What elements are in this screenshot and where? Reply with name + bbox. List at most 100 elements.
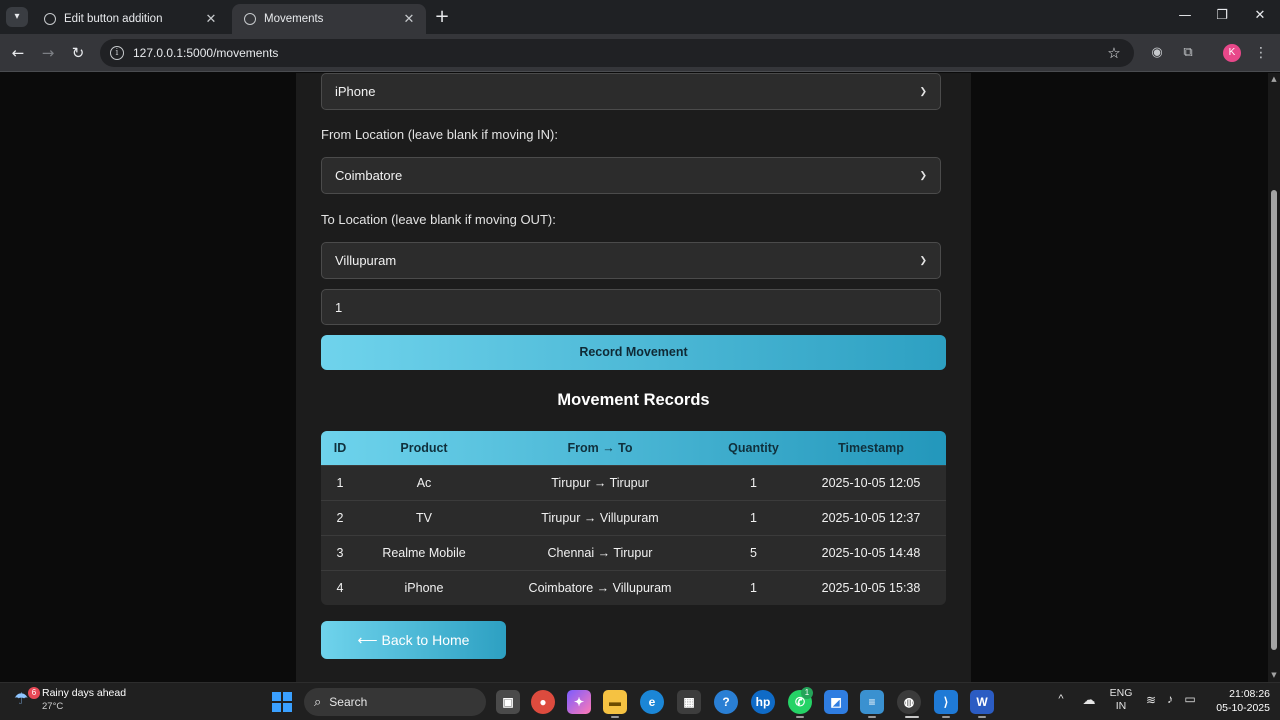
close-window-button[interactable]: ✕	[1245, 6, 1275, 26]
umbrella-icon: ☂ 6	[14, 687, 40, 711]
cell-timestamp: 2025-10-05 12:05	[821, 476, 921, 490]
weather-badge: 6	[28, 687, 40, 699]
page-scrollbar[interactable]: ▲ ▼	[1268, 73, 1280, 682]
from-location-label: From Location (leave blank if moving IN)…	[321, 127, 558, 142]
column-header-timestamp: Timestamp	[838, 441, 904, 455]
restore-button[interactable]: ❐	[1207, 6, 1237, 26]
weather-widget[interactable]: ☂ 6 Rainy days ahead 27°C	[14, 687, 126, 713]
file-explorer-icon[interactable]: ▬	[603, 690, 627, 714]
extension-icon[interactable]: ◉	[1147, 43, 1167, 63]
reload-icon[interactable]: ↻	[68, 43, 88, 63]
cell-quantity: 1	[750, 511, 757, 525]
cell-id: 4	[336, 581, 344, 595]
whatsapp-badge: 1	[801, 687, 813, 699]
tab-search-button[interactable]: ▾	[6, 7, 28, 27]
page-viewport: iPhone ❯ From Location (leave blank if m…	[0, 73, 1268, 682]
table-row: 2 TV Tirupur → Villupuram 1 2025-10-05 1…	[321, 500, 946, 535]
bookmark-star-icon[interactable]: ☆	[1102, 44, 1126, 62]
chevron-down-icon: ❯	[919, 255, 927, 265]
battery-icon[interactable]: ▭	[1181, 692, 1199, 706]
quantity-input[interactable]: 1	[321, 289, 941, 325]
speaker-icon[interactable]: ♪	[1162, 692, 1178, 706]
tab-title: Edit button addition	[64, 13, 163, 25]
to-location-select[interactable]: Villupuram ❯	[321, 242, 941, 279]
language-indicator[interactable]: ENG IN	[1108, 687, 1134, 713]
store-icon[interactable]: ▦	[677, 690, 701, 714]
temperature: 27°C	[42, 701, 64, 712]
globe-icon	[44, 13, 56, 25]
from-location-select[interactable]: Coimbatore ❯	[321, 157, 941, 194]
to-location-label: To Location (leave blank if moving OUT):	[321, 212, 556, 227]
browser-toolbar: ← → ↻ i 127.0.0.1:5000/movements ☆ ◉ ⧉ K…	[0, 34, 1280, 72]
tab-edit-button-addition[interactable]: Edit button addition ✕	[32, 4, 228, 34]
cell-id: 3	[336, 546, 344, 560]
column-header-id: ID	[333, 441, 347, 455]
language-code: ENG	[1109, 687, 1133, 699]
photos-icon[interactable]: ◩	[824, 690, 848, 714]
new-tab-button[interactable]: +	[432, 6, 452, 28]
movement-records-table: ID Product From → To Quantity Timestamp …	[321, 431, 946, 605]
onedrive-icon[interactable]: ☁	[1080, 692, 1098, 708]
scroll-up-icon[interactable]: ▲	[1270, 75, 1278, 83]
tab-title: Movements	[264, 13, 324, 25]
scroll-down-icon[interactable]: ▼	[1270, 671, 1278, 679]
cell-id: 2	[336, 511, 344, 525]
clock-date: 05-10-2025	[1216, 702, 1270, 714]
url-text[interactable]: 127.0.0.1:5000/movements	[133, 46, 1102, 60]
weather-description: Rainy days ahead	[42, 687, 127, 699]
back-to-home-button[interactable]: ⟵ Back to Home	[321, 621, 506, 659]
edge-icon[interactable]: e	[640, 690, 664, 714]
taskbar-search[interactable]: ⌕ Search	[304, 688, 486, 716]
tab-movements[interactable]: Movements ✕	[232, 4, 426, 34]
product-select[interactable]: iPhone ❯	[321, 73, 941, 110]
chevron-down-icon: ❯	[919, 86, 927, 96]
column-header-product: Product	[400, 441, 448, 455]
copilot-icon[interactable]: ✦	[567, 690, 591, 714]
cell-quantity: 1	[750, 476, 757, 490]
search-icon: ⌕	[314, 694, 322, 709]
cell-product: Ac	[416, 476, 432, 490]
cell-timestamp: 2025-10-05 12:37	[821, 511, 921, 525]
table-row: 1 Ac Tirupur → Tirupur 1 2025-10-05 12:0…	[321, 465, 946, 500]
profile-avatar[interactable]: K	[1223, 44, 1241, 62]
help-icon[interactable]: ?	[714, 690, 738, 714]
record-movement-button[interactable]: Record Movement	[321, 335, 946, 370]
vscode-icon[interactable]: ⟩	[934, 690, 958, 714]
more-menu-icon[interactable]: ⋮	[1251, 43, 1271, 63]
cell-timestamp: 2025-10-05 14:48	[821, 546, 921, 560]
column-header-quantity: Quantity	[728, 441, 779, 455]
chrome-icon[interactable]: ●	[531, 690, 555, 714]
movement-records-title: Movement Records	[557, 391, 710, 409]
system-clock[interactable]: 21:08:26 05-10-2025	[1206, 687, 1270, 715]
task-view-icon[interactable]: ▣	[496, 690, 520, 714]
search-placeholder: Search	[329, 695, 368, 709]
table-row: 4 iPhone Coimbatore → Villupuram 1 2025-…	[321, 570, 946, 605]
notepad-icon[interactable]: ≡	[860, 690, 884, 714]
cell-product: TV	[416, 511, 432, 525]
scrollbar-thumb[interactable]	[1271, 190, 1277, 650]
chevron-up-icon[interactable]: ^	[1054, 693, 1068, 705]
word-icon[interactable]: W	[970, 690, 994, 714]
wifi-icon[interactable]: ≋	[1143, 693, 1159, 707]
chrome-profile-icon[interactable]: ◍	[897, 690, 921, 714]
region-code: IN	[1115, 700, 1127, 712]
address-bar[interactable]: i 127.0.0.1:5000/movements ☆	[100, 39, 1134, 67]
close-icon[interactable]: ✕	[402, 11, 416, 27]
puzzle-icon[interactable]: ⧉	[1178, 43, 1198, 63]
cell-from-to: Tirupur → Villupuram	[541, 511, 659, 525]
cell-product: Realme Mobile	[382, 546, 466, 560]
cell-from-to: Chennai → Tirupur	[547, 546, 653, 560]
hp-icon[interactable]: hp	[751, 690, 775, 714]
cell-quantity: 1	[750, 581, 757, 595]
cell-from-to: Tirupur → Tirupur	[551, 476, 649, 490]
forward-arrow-icon[interactable]: →	[38, 43, 58, 63]
minimize-button[interactable]: —	[1170, 6, 1200, 26]
column-header-from-to: From → To	[567, 441, 633, 455]
back-arrow-icon[interactable]: ←	[8, 43, 28, 63]
close-icon[interactable]: ✕	[204, 11, 218, 27]
windows-start-icon[interactable]	[272, 692, 292, 712]
to-location-value: Villupuram	[335, 253, 397, 268]
clock-time: 21:08:26	[1229, 688, 1270, 700]
site-info-icon[interactable]: i	[110, 46, 124, 60]
cell-quantity: 5	[750, 546, 757, 560]
